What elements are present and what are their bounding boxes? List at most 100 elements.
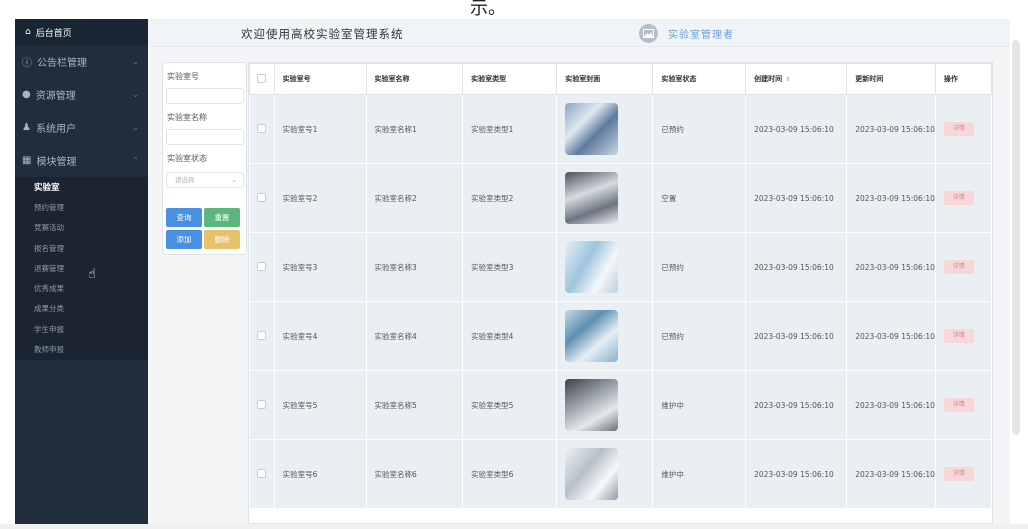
row-checkbox[interactable]	[257, 330, 267, 340]
detail-button[interactable]: 详情	[943, 398, 974, 412]
sidebar-item-users[interactable]: ♟ 系统用户 ⌄	[15, 111, 148, 144]
row-checkbox[interactable]	[257, 261, 267, 271]
sidebar-subitem-lab[interactable]: 实验室	[15, 177, 148, 197]
cell-status: 已预约	[652, 301, 747, 371]
cell-action: 详情	[934, 301, 992, 371]
sidebar: ⌂ 后台首页 ⓘ 公告栏管理 ⌄ ● 资源管理 ⌄ ♟ 系统用户 ⌄ ▦ 模块管…	[15, 19, 148, 524]
query-button[interactable]: 查询	[166, 208, 202, 227]
row-checkbox-cell	[249, 301, 275, 371]
col-header-updated: 更新时间	[846, 63, 936, 95]
cell-created: 2023-03-09 15:06:10	[745, 439, 848, 509]
sidebar-item-resources[interactable]: ● 资源管理 ⌄	[15, 78, 148, 111]
row-checkbox[interactable]	[257, 399, 267, 409]
cell-name: 实验室名称1	[365, 94, 464, 164]
sidebar-item-notice[interactable]: ⓘ 公告栏管理 ⌄	[15, 45, 148, 78]
sidebar-subitem-teacher-apply[interactable]: 教师申报	[15, 339, 148, 359]
cell-name: 实验室名称5	[365, 370, 464, 440]
lab-no-input[interactable]	[166, 88, 244, 104]
cell-no: 实验室号4	[273, 301, 367, 371]
cell-cover	[556, 439, 654, 509]
cell-status: 已预约	[652, 94, 747, 164]
lab-cover-image[interactable]	[565, 310, 619, 362]
reset-button[interactable]: 重置	[204, 208, 240, 227]
sidebar-subitem-achievement[interactable]: 优秀成果	[15, 278, 148, 298]
sidebar-item-label: 模块管理	[36, 157, 77, 168]
cell-cover	[556, 370, 654, 440]
row-checkbox-cell	[249, 439, 275, 509]
row-checkbox[interactable]	[257, 123, 267, 133]
cell-name: 实验室名称4	[365, 301, 464, 371]
cell-name: 实验室名称2	[365, 163, 464, 233]
cell-status: 维护中	[652, 439, 747, 509]
cell-created: 2023-03-09 15:06:10	[745, 232, 848, 302]
chevron-down-icon: ⌄	[231, 176, 237, 184]
sidebar-subitem-withdraw[interactable]: 退赛管理	[15, 258, 148, 278]
sidebar-subitem-competition[interactable]: 竞赛活动	[15, 218, 148, 238]
cell-cover	[556, 232, 654, 302]
sidebar-item-label: 资源管理	[35, 91, 76, 102]
lab-cover-image[interactable]	[565, 172, 619, 224]
row-checkbox[interactable]	[257, 468, 267, 478]
detail-button[interactable]: 详情	[943, 191, 974, 205]
row-checkbox[interactable]	[257, 192, 267, 202]
cell-type: 实验室类型2	[462, 163, 558, 233]
cell-created: 2023-03-09 15:06:10	[745, 163, 848, 233]
cell-name: 实验室名称6	[365, 439, 464, 509]
hand-cursor-icon: ☝	[88, 267, 96, 282]
lab-status-select[interactable]: 请选择 ⌄	[166, 172, 244, 188]
table-row: 实验室号6 实验室名称6 实验室类型6 维护中 2023-03-09 15:06:10 2…	[249, 439, 992, 509]
cell-created: 2023-03-09 15:06:10	[745, 301, 848, 371]
sidebar-item-label: 系统用户	[35, 124, 76, 135]
home-icon: ⌂	[25, 27, 31, 37]
table-row: 实验室号4 实验室名称4 实验室类型4 已预约 2023-03-09 15:06:10 2…	[249, 301, 992, 371]
info-icon: ⓘ	[22, 58, 32, 69]
add-button[interactable]: 添加	[166, 230, 202, 249]
sidebar-item-label: 公告栏管理	[37, 58, 87, 69]
cell-created: 2023-03-09 15:06:10	[745, 370, 848, 440]
grid-icon: ▦	[22, 155, 32, 166]
scrollbar-thumb[interactable]	[1012, 40, 1020, 435]
cell-type: 实验室类型4	[462, 301, 558, 371]
sidebar-home[interactable]: ⌂ 后台首页	[15, 19, 148, 45]
sidebar-subitem-student-apply[interactable]: 学生申报	[15, 319, 148, 339]
select-all-checkbox[interactable]	[257, 73, 267, 83]
lab-name-input[interactable]	[166, 129, 244, 145]
delete-button[interactable]: 删除	[204, 230, 240, 249]
cell-type: 实验室类型1	[462, 94, 558, 164]
detail-button[interactable]: 详情	[943, 329, 974, 343]
cell-updated: 2023-03-09 15:06:10	[846, 94, 936, 164]
sidebar-subitem-achievement-category[interactable]: 成果分类	[15, 299, 148, 319]
cell-updated: 2023-03-09 15:06:10	[846, 301, 936, 371]
sidebar-item-modules[interactable]: ▦ 模块管理 ⌃	[15, 144, 148, 177]
lab-cover-image[interactable]	[565, 103, 619, 155]
lab-cover-image[interactable]	[565, 379, 619, 431]
detail-button[interactable]: 详情	[943, 260, 974, 274]
cell-status: 已预约	[652, 232, 747, 302]
cell-action: 详情	[934, 94, 992, 164]
sidebar-home-label: 后台首页	[35, 28, 72, 39]
sidebar-subitem-signup[interactable]: 报名管理	[15, 238, 148, 258]
cell-type: 实验室类型6	[462, 439, 558, 509]
lab-cover-image[interactable]	[565, 241, 619, 293]
cell-cover	[556, 163, 654, 233]
cell-cover	[556, 301, 654, 371]
table-row: 实验室号3 实验室名称3 实验室类型3 已预约 2023-03-09 15:06:10 2…	[249, 232, 992, 302]
user-name: 实验室管理者	[668, 30, 734, 41]
sort-icon[interactable]: ⇕	[785, 76, 790, 83]
chevron-down-icon: ⌄	[132, 123, 139, 132]
lab-cover-image[interactable]	[565, 448, 619, 500]
avatar-icon	[639, 24, 658, 43]
sidebar-subitem-reservation[interactable]: 预约管理	[15, 197, 148, 217]
detail-button[interactable]: 详情	[943, 122, 974, 136]
user-menu[interactable]: 实验室管理者	[639, 24, 734, 43]
chevron-down-icon: ⌄	[132, 90, 139, 99]
cell-updated: 2023-03-09 15:06:10	[846, 232, 936, 302]
col-header-cover: 实验室封面	[556, 63, 654, 95]
col-header-created-label: 创建时间	[754, 75, 783, 83]
row-checkbox-cell	[249, 163, 275, 233]
detail-button[interactable]: 详情	[943, 467, 974, 481]
col-header-type: 实验室类型	[462, 63, 558, 95]
col-header-created[interactable]: 创建时间 ⇕	[745, 63, 848, 95]
header: 欢迎使用高校实验室管理系统 实验室管理者	[148, 19, 1010, 47]
cell-action: 详情	[934, 370, 992, 440]
